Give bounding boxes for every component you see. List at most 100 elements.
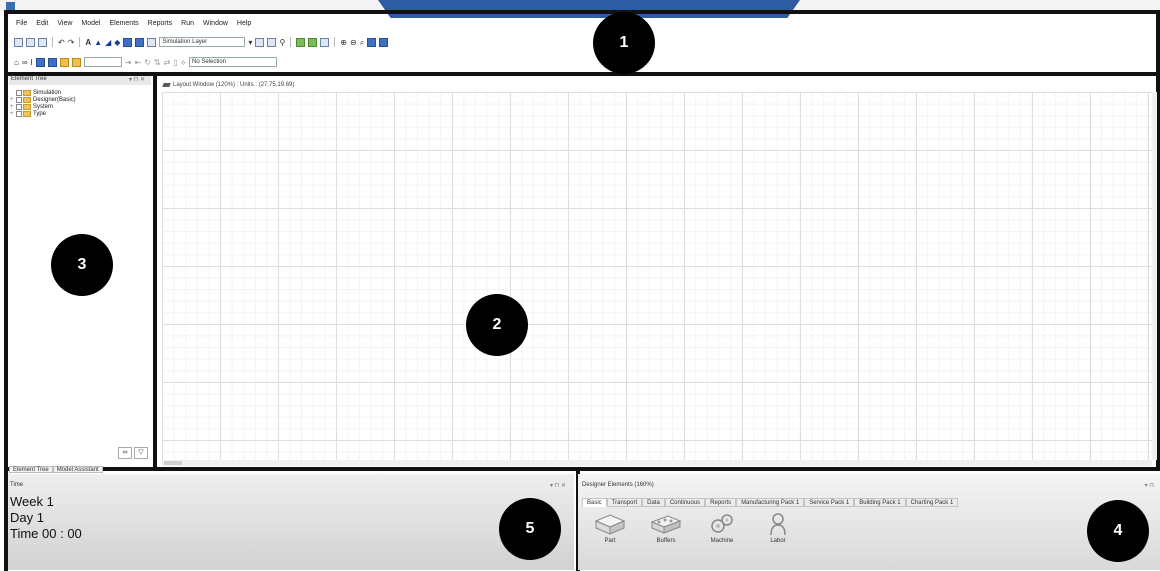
checkbox[interactable] xyxy=(16,110,22,117)
grid-snap-icon[interactable] xyxy=(320,37,330,47)
tab-basic[interactable]: Basic xyxy=(582,498,607,507)
tab-reports[interactable]: Reports xyxy=(705,498,737,507)
toolbar-row-1: ↶ ↷ A ▲ ◢ ◆ Simulation Layer ▾ ⚲ ⊕ ⊖ ⌕ xyxy=(14,37,389,47)
save-icon[interactable] xyxy=(38,37,47,47)
designer-item-label: Machine xyxy=(710,538,734,544)
binoculars-icon[interactable]: ∞ xyxy=(22,58,28,67)
link-icon[interactable]: ⚲ xyxy=(279,38,285,47)
menu-window[interactable]: Window xyxy=(203,20,228,27)
undo-icon[interactable]: ↶ xyxy=(58,38,65,47)
tab-charting-pack[interactable]: Charting Pack 1 xyxy=(905,498,959,507)
zoom-icon[interactable]: ⌕ xyxy=(360,38,364,47)
tree-tabs: Element Tree Model Assistant xyxy=(9,466,103,473)
menu-help[interactable]: Help xyxy=(237,20,251,27)
toolbar-row-2: ⌂ ∞ Ӏ ⇥ ⇤ ↻ ⇅ ⇄ ▯ ⟡ No Selection xyxy=(14,57,277,67)
tool-icon[interactable] xyxy=(71,57,81,67)
checkbox[interactable] xyxy=(16,89,22,96)
callout-badge-4: 4 xyxy=(1087,500,1149,562)
vertical-scrollbar[interactable] xyxy=(1152,92,1157,460)
layer-settings-icon[interactable] xyxy=(255,37,265,47)
horizontal-scrollbar[interactable] xyxy=(162,460,1152,466)
checkbox[interactable] xyxy=(16,103,22,110)
designer-item-machine[interactable]: Machine xyxy=(704,512,740,544)
home-icon[interactable]: ⌂ xyxy=(14,58,19,67)
menu-file[interactable]: File xyxy=(16,20,27,27)
tab-transport[interactable]: Transport xyxy=(606,498,643,507)
menu-elements[interactable]: Elements xyxy=(109,20,138,27)
menu-edit[interactable]: Edit xyxy=(36,20,48,27)
layer-icon[interactable] xyxy=(147,37,157,47)
binoculars-icon[interactable]: ∞ xyxy=(118,447,132,459)
tree-node-simulation[interactable]: Simulation xyxy=(10,89,150,96)
rotate-icon[interactable]: ↻ xyxy=(144,58,151,67)
menu-model[interactable]: Model xyxy=(81,20,100,27)
export-icon[interactable] xyxy=(296,37,306,47)
align-left-icon[interactable] xyxy=(123,37,133,47)
designer-item-label: Buffers xyxy=(656,538,676,544)
align-center-icon[interactable] xyxy=(135,37,145,47)
element-tree-title: Element Tree xyxy=(11,76,47,82)
step-forward-icon[interactable]: ⇥ xyxy=(125,58,132,67)
panel-controls-icon[interactable]: ▾ ⊓ ✕ xyxy=(129,76,145,83)
folder-icon xyxy=(23,110,31,117)
tab-building-pack[interactable]: Building Pack 1 xyxy=(854,498,906,507)
menu-view[interactable]: View xyxy=(57,20,72,27)
image-icon[interactable] xyxy=(308,37,318,47)
toolbar-separator xyxy=(52,37,53,47)
zoom-in-icon[interactable]: ⊕ xyxy=(340,38,347,47)
open-file-icon[interactable] xyxy=(26,37,35,47)
pin-icon[interactable]: Ӏ xyxy=(31,58,33,67)
element-tree: Simulation + Designer(Basic) + System + … xyxy=(10,89,150,117)
menu-bar: File Edit View Model Elements Reports Ru… xyxy=(16,20,251,27)
flip-icon[interactable]: ⇅ xyxy=(154,58,161,67)
size-icon[interactable]: ▯ xyxy=(173,58,177,67)
tree-node-type[interactable]: + Type xyxy=(10,110,150,117)
properties-icon[interactable] xyxy=(59,57,69,67)
chevron-down-icon[interactable]: ▾ xyxy=(248,38,252,47)
designer-item-buffers[interactable]: Buffers xyxy=(648,512,684,544)
checkbox[interactable] xyxy=(16,96,22,103)
buffers-icon xyxy=(650,515,682,534)
tree-node-system[interactable]: + System xyxy=(10,103,150,110)
group-icon[interactable] xyxy=(47,57,57,67)
toolbar-separator xyxy=(79,37,81,47)
week-label: Week 1 xyxy=(10,494,54,509)
font-size-icon[interactable]: A xyxy=(85,38,91,47)
redo-icon[interactable]: ↷ xyxy=(68,38,75,47)
panel-controls-icon[interactable]: ▾ ⊓ xyxy=(1145,482,1154,489)
filter-icon[interactable]: ▽ xyxy=(134,447,148,459)
zoom-out-icon[interactable]: ⊖ xyxy=(350,38,357,47)
folder-icon xyxy=(23,103,31,110)
fill-color-icon[interactable]: ◆ xyxy=(114,38,120,47)
tab-data[interactable]: Data xyxy=(642,498,665,507)
layer-select[interactable]: Simulation Layer xyxy=(159,37,246,47)
tree-node-designer[interactable]: + Designer(Basic) xyxy=(10,96,150,103)
paste-icon[interactable] xyxy=(267,37,277,47)
step-back-icon[interactable]: ⇤ xyxy=(134,58,141,67)
new-file-icon[interactable] xyxy=(14,37,23,47)
designer-item-labor[interactable]: Labor xyxy=(760,512,796,544)
tab-service-pack[interactable]: Service Pack 1 xyxy=(804,498,855,507)
tab-continuous[interactable]: Continuous xyxy=(664,498,706,507)
part-icon xyxy=(594,514,626,535)
callout-badge-5: 5 xyxy=(499,498,561,560)
tab-model-assistant[interactable]: Model Assistant xyxy=(52,466,103,473)
font-color-icon[interactable]: ▲ xyxy=(94,38,102,47)
layout-canvas[interactable] xyxy=(162,92,1152,460)
designer-panel-title: Designer Elements (160%) xyxy=(582,482,654,488)
mirror-icon[interactable]: ⇄ xyxy=(164,58,171,67)
panel-controls-icon[interactable]: ▾ ⊓ ✕ xyxy=(550,482,566,489)
value-field[interactable] xyxy=(83,57,122,67)
selection-select[interactable]: No Selection xyxy=(189,57,277,67)
tab-element-tree[interactable]: Element Tree xyxy=(9,466,53,473)
tab-manufacturing-pack[interactable]: Manufacturing Pack 1 xyxy=(736,498,805,507)
menu-run[interactable]: Run xyxy=(181,20,194,27)
fit-view-icon[interactable] xyxy=(367,37,377,47)
arrange-icon[interactable] xyxy=(35,57,45,67)
connect-icon[interactable]: ⟡ xyxy=(181,58,186,67)
scrollbar-thumb[interactable] xyxy=(164,461,182,465)
designer-item-part[interactable]: Part xyxy=(592,512,628,544)
full-screen-icon[interactable] xyxy=(379,37,389,47)
menu-reports[interactable]: Reports xyxy=(148,20,173,27)
line-color-icon[interactable]: ◢ xyxy=(105,38,111,47)
